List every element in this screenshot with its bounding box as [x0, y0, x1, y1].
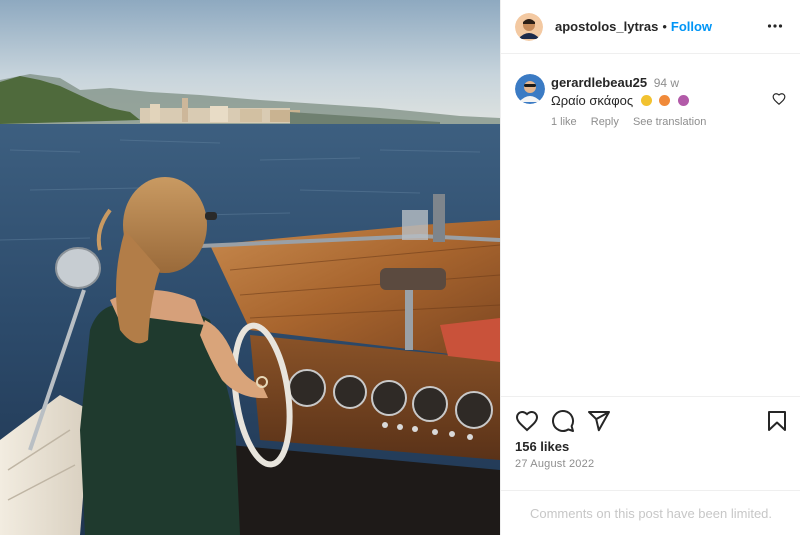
comment-bubble-icon[interactable] — [551, 409, 575, 433]
more-options-icon[interactable] — [767, 18, 783, 34]
post-side-panel: apostolos_lytras • Follow gerardlebeau25… — [500, 0, 800, 535]
post-date: 27 August 2022 — [515, 458, 595, 470]
like-heart-icon[interactable] — [515, 409, 539, 433]
likes-count[interactable]: 156 likes — [515, 439, 569, 454]
see-translation-link[interactable]: See translation — [633, 116, 706, 128]
author-avatar[interactable] — [515, 12, 543, 41]
comment-body: gerardlebeau25 94 w Ωραίο σκάφος — [551, 74, 771, 109]
comment-timestamp[interactable]: 94 w — [654, 76, 679, 90]
header-separator: • — [662, 19, 667, 34]
commenter-avatar[interactable] — [515, 74, 545, 104]
post-action-bar: 156 likes 27 August 2022 — [501, 396, 800, 490]
emoji-flower-icon — [678, 95, 690, 106]
comment-actions: 1 like Reply See translation — [551, 116, 717, 128]
emoji-medal-icon — [640, 95, 652, 106]
boat-photo-illustration — [0, 0, 500, 535]
comments-limited-notice: Comments on this post have been limited. — [501, 490, 800, 535]
comment-text-content: Ωραίο σκάφος — [551, 93, 634, 108]
comment-meta: gerardlebeau25 94 w — [551, 74, 771, 92]
comment-like-heart-icon[interactable] — [772, 92, 786, 106]
author-username[interactable]: apostolos_lytras — [555, 19, 658, 34]
share-paper-plane-icon[interactable] — [587, 409, 611, 433]
post-photo[interactable] — [0, 0, 500, 535]
follow-button[interactable]: Follow — [671, 19, 712, 34]
post-header: apostolos_lytras • Follow — [501, 0, 800, 54]
save-bookmark-icon[interactable] — [765, 409, 789, 433]
comment-text: Ωραίο σκάφος — [551, 92, 771, 109]
commenter-username[interactable]: gerardlebeau25 — [551, 75, 647, 90]
emoji-clap-icon — [659, 95, 671, 106]
comment-likes-link[interactable]: 1 like — [551, 116, 577, 128]
comment-reply-button[interactable]: Reply — [591, 116, 619, 128]
